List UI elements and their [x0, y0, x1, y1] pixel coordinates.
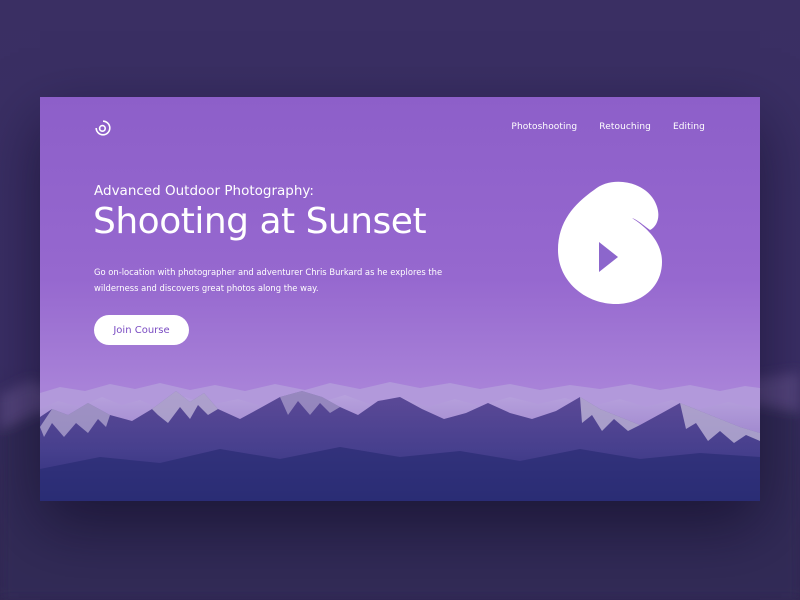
nav-item-editing[interactable]: Editing — [673, 122, 705, 132]
hero-card: Photoshooting Retouching Editing Advance… — [40, 97, 760, 501]
top-navigation: Photoshooting Retouching Editing — [511, 122, 705, 132]
hero-description: Go on-location with photographer and adv… — [94, 267, 443, 293]
nav-item-photoshooting[interactable]: Photoshooting — [511, 122, 577, 132]
hero-subtitle: Advanced Outdoor Photography: — [94, 183, 314, 199]
ring-logo-icon[interactable] — [95, 120, 111, 136]
nav-item-retouching[interactable]: Retouching — [599, 122, 651, 132]
play-icon[interactable] — [556, 178, 664, 304]
hero-title: Shooting at Sunset — [93, 201, 427, 242]
join-course-button[interactable]: Join Course — [94, 315, 189, 345]
